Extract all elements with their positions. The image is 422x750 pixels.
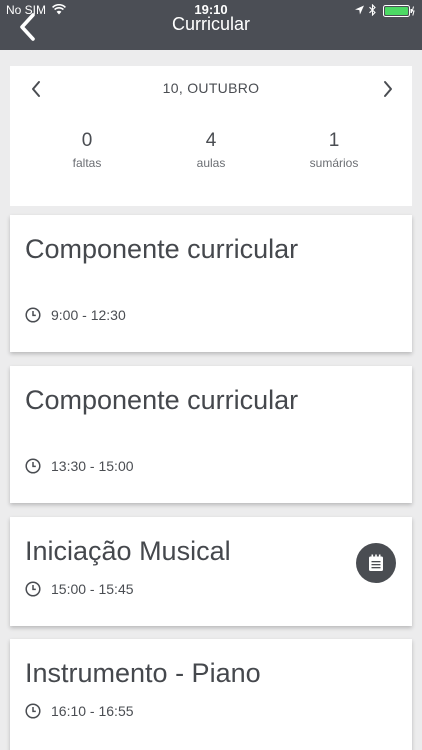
lesson-time: 16:10 - 16:55	[51, 703, 134, 719]
stat-label: faltas	[72, 156, 102, 170]
lesson-card[interactable]: Instrumento - Piano 16:10 - 16:55	[10, 639, 412, 750]
lesson-time-row: 13:30 - 15:00	[25, 456, 134, 476]
lesson-time-row: 16:10 - 16:55	[25, 701, 134, 721]
chevron-right-icon	[384, 81, 392, 97]
app-header: No SIM 19:10 Curricular	[0, 0, 422, 50]
page-title: Curricular	[171, 14, 250, 34]
current-date: 10, OUTUBRO	[162, 80, 260, 96]
lesson-time: 9:00 - 12:30	[51, 307, 126, 323]
stat-absences: 0 faltas	[27, 130, 147, 170]
stat-value: 1	[328, 130, 340, 151]
lesson-card[interactable]: Componente curricular 9:00 - 12:30	[10, 215, 412, 352]
lesson-title: Componente curricular	[25, 385, 299, 415]
stat-label: sumários	[309, 156, 359, 170]
lesson-title: Instrumento - Piano	[25, 658, 261, 688]
stat-label: aulas	[196, 156, 226, 170]
clock-icon	[25, 458, 41, 474]
clock-icon	[25, 307, 41, 323]
date-summary-card: 10, OUTUBRO 0 faltas 4 aulas 1 sumários	[10, 66, 412, 206]
calendar-notes-icon	[369, 554, 383, 571]
stat-value: 4	[205, 130, 217, 151]
lesson-card[interactable]: Iniciação Musical 15:00 - 15:45	[10, 517, 412, 626]
lesson-title: Iniciação Musical	[25, 536, 231, 566]
stat-lessons: 4 aulas	[151, 130, 271, 170]
lesson-title: Componente curricular	[25, 234, 299, 264]
lesson-time-row: 15:00 - 15:45	[25, 579, 134, 599]
view-summary-button[interactable]	[356, 543, 396, 583]
clock-icon	[25, 581, 41, 597]
stat-value: 0	[81, 130, 93, 151]
next-day-button[interactable]	[374, 76, 400, 102]
lesson-time-row: 9:00 - 12:30	[25, 305, 126, 325]
lesson-time: 13:30 - 15:00	[51, 458, 134, 474]
lesson-card[interactable]: Componente curricular 13:30 - 15:00	[10, 366, 412, 503]
stat-summaries: 1 sumários	[274, 130, 394, 170]
clock-icon	[25, 703, 41, 719]
lesson-time: 15:00 - 15:45	[51, 581, 134, 597]
